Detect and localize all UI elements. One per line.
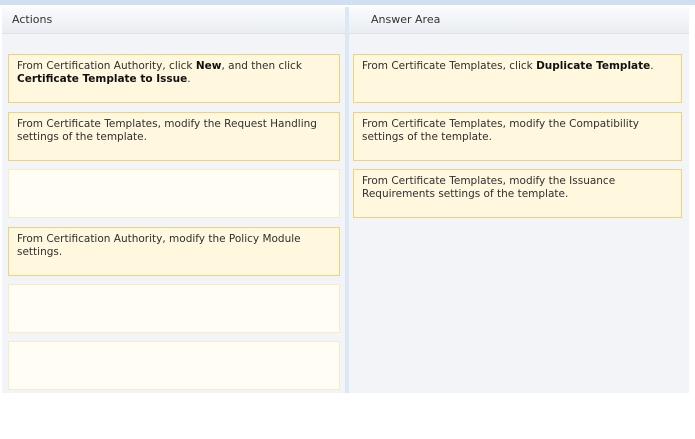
action-keyword-new: New <box>195 60 222 72</box>
answer-item-issuance-requirements[interactable]: From Certificate Templates, modify the I… <box>353 169 682 218</box>
action-item-policy-module[interactable]: From Certification Authority, modify the… <box>8 227 340 276</box>
action-text: From Certification Authority, click <box>17 60 196 72</box>
answer-text: From Certificate Templates, modify the C… <box>362 118 640 143</box>
answer-area-header: Answer Area <box>349 7 689 34</box>
action-slot-empty[interactable] <box>8 284 340 333</box>
top-accent-bar <box>0 0 695 5</box>
answer-item-duplicate-template[interactable]: From Certificate Templates, click Duplic… <box>353 54 682 103</box>
action-item-issue-template[interactable]: From Certification Authority, click New,… <box>8 54 340 103</box>
answer-text: From Certificate Templates, click <box>362 60 537 72</box>
action-text: From Certificate Templates, modify the R… <box>17 118 317 143</box>
answer-keyword-duplicate-template: Duplicate Template <box>536 60 651 72</box>
answer-text: . <box>650 60 654 72</box>
action-slot-empty[interactable] <box>8 341 340 390</box>
action-text: , and then click <box>221 60 302 72</box>
actions-header: Actions <box>2 7 345 34</box>
action-text: From Certification Authority, modify the… <box>17 233 301 258</box>
answer-item-compatibility[interactable]: From Certificate Templates, modify the C… <box>353 112 682 161</box>
action-text: . <box>187 73 191 85</box>
answer-text: From Certificate Templates, modify the I… <box>362 175 616 200</box>
action-slot-empty[interactable] <box>8 169 340 218</box>
action-keyword-certificate-template-to-issue: Certificate Template to Issue <box>17 73 188 85</box>
action-item-request-handling[interactable]: From Certificate Templates, modify the R… <box>8 112 340 161</box>
